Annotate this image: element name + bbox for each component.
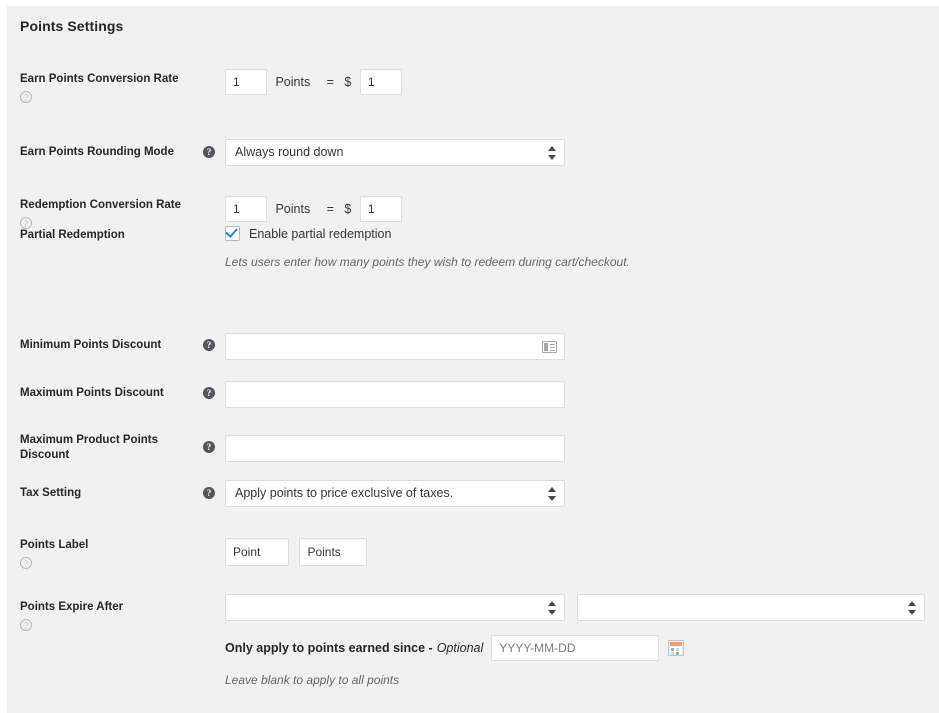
help-circle-outline-icon[interactable]: ? xyxy=(20,91,32,103)
label-partial-redemption: Partial Redemption xyxy=(20,228,198,243)
points-word-label: Points xyxy=(275,75,310,89)
selected-value: Apply points to price exclusive of taxes… xyxy=(226,481,564,506)
row-minimum-points-discount: Minimum Points Discount ? xyxy=(7,306,939,354)
points-expire-after-description: Leave blank to apply to all points xyxy=(225,673,925,687)
points-expire-selects-row xyxy=(225,594,925,621)
label-text: Earn Points Rounding Mode xyxy=(20,145,198,160)
points-earned-since-row: Only apply to points earned since - Opti… xyxy=(225,635,925,661)
label-text: Earn Points Conversion Rate xyxy=(20,72,198,87)
label-earn-points-rounding-mode: Earn Points Rounding Mode xyxy=(20,145,198,160)
enable-partial-redemption-checkbox[interactable] xyxy=(225,226,240,241)
chevron-updown-icon xyxy=(908,601,916,615)
points-earned-since-label: Only apply to points earned since - xyxy=(225,641,433,655)
row-maximum-points-discount: Maximum Points Discount ? xyxy=(7,354,939,402)
chevron-updown-icon xyxy=(548,146,556,160)
row-earn-points-conversion-rate: Earn Points Conversion Rate ? Points = $ xyxy=(7,54,939,112)
points-expire-amount-select[interactable] xyxy=(225,594,565,621)
points-expire-unit-select[interactable] xyxy=(577,594,925,621)
earn-points-rounding-mode-select[interactable]: Always round down xyxy=(225,139,565,166)
field-points-label xyxy=(225,538,367,566)
row-earn-points-rounding-mode: Earn Points Rounding Mode ? Always round… xyxy=(7,112,939,166)
field-maximum-product-points-discount xyxy=(225,435,565,462)
points-word-label: Points xyxy=(275,202,310,216)
earn-dollars-input[interactable] xyxy=(360,69,402,95)
row-tax-setting: Tax Setting ? Apply points to price excl… xyxy=(7,462,939,514)
redemption-dollars-input[interactable] xyxy=(360,196,402,222)
page-title: Points Settings xyxy=(20,18,123,34)
points-earned-since-date-input[interactable] xyxy=(491,635,659,661)
points-label-singular-input[interactable] xyxy=(225,538,289,566)
field-tax-setting: Apply points to price exclusive of taxes… xyxy=(225,480,565,511)
label-tax-setting: Tax Setting xyxy=(20,486,198,501)
label-text: Maximum Points Discount xyxy=(20,386,198,401)
label-redemption-conversion-rate: Redemption Conversion Rate ? xyxy=(20,198,198,232)
label-text: Partial Redemption xyxy=(20,228,198,243)
selected-value: Always round down xyxy=(226,140,564,165)
help-circle-filled-icon[interactable]: ? xyxy=(203,487,215,499)
field-partial-redemption: Enable partial redemption Lets users ent… xyxy=(225,226,630,269)
label-points-expire-after: Points Expire After ? xyxy=(20,600,198,634)
help-circle-outline-icon[interactable]: ? xyxy=(20,619,32,631)
row-redemption-conversion-rate: Redemption Conversion Rate ? Points = $ xyxy=(7,166,939,228)
row-maximum-product-points-discount: Maximum Product Points Discount ? xyxy=(7,402,939,462)
settings-form-table: Earn Points Conversion Rate ? Points = $… xyxy=(7,54,939,656)
redemption-points-input[interactable] xyxy=(225,196,267,222)
currency-symbol: $ xyxy=(344,202,351,216)
label-maximum-points-discount: Maximum Points Discount xyxy=(20,386,198,401)
checkbox-label: Enable partial redemption xyxy=(249,227,391,241)
help-circle-filled-icon[interactable]: ? xyxy=(203,146,215,158)
points-earned-since-optional: Optional xyxy=(437,641,484,655)
points-settings-panel: Points Settings Earn Points Conversion R… xyxy=(7,6,939,713)
equals-sign: = xyxy=(327,75,334,89)
help-circle-filled-icon[interactable]: ? xyxy=(203,387,215,399)
label-text: Tax Setting xyxy=(20,486,198,501)
maximum-product-points-discount-input[interactable] xyxy=(225,435,565,462)
points-label-plural-input[interactable] xyxy=(299,538,367,566)
label-maximum-product-points-discount: Maximum Product Points Discount xyxy=(20,433,198,463)
row-partial-redemption: Partial Redemption Enable partial redemp… xyxy=(7,228,939,306)
label-text: Points Expire After xyxy=(20,600,198,615)
label-text: Points Label xyxy=(20,538,198,553)
calendar-icon[interactable] xyxy=(668,640,684,656)
tax-setting-select[interactable]: Apply points to price exclusive of taxes… xyxy=(225,480,565,507)
currency-symbol: $ xyxy=(344,75,351,89)
label-points-label: Points Label ? xyxy=(20,538,198,572)
partial-redemption-description: Lets users enter how many points they wi… xyxy=(225,255,630,269)
chevron-updown-icon xyxy=(548,487,556,501)
chevron-updown-icon xyxy=(548,601,556,615)
help-circle-filled-icon[interactable]: ? xyxy=(203,339,215,351)
help-circle-outline-icon[interactable]: ? xyxy=(20,557,32,569)
label-text-line1: Maximum Product Points xyxy=(20,433,198,448)
field-earn-points-conversion-rate: Points = $ xyxy=(225,69,402,95)
help-circle-filled-icon[interactable]: ? xyxy=(203,441,215,453)
row-points-label: Points Label ? xyxy=(7,514,939,576)
row-points-expire-after: Points Expire After ? Only apply to poin… xyxy=(7,576,939,656)
label-minimum-points-discount: Minimum Points Discount xyxy=(20,338,198,353)
equals-sign: = xyxy=(327,202,334,216)
field-redemption-conversion-rate: Points = $ xyxy=(225,196,402,222)
field-points-expire-after: Only apply to points earned since - Opti… xyxy=(225,594,925,687)
label-text: Minimum Points Discount xyxy=(20,338,198,353)
partial-redemption-checkbox-row[interactable]: Enable partial redemption xyxy=(225,226,630,241)
contact-card-icon[interactable] xyxy=(542,341,557,353)
earn-points-input[interactable] xyxy=(225,69,267,95)
label-text-line2: Discount xyxy=(20,448,198,463)
label-earn-points-conversion-rate: Earn Points Conversion Rate ? xyxy=(20,72,198,106)
label-text: Redemption Conversion Rate xyxy=(20,198,198,213)
